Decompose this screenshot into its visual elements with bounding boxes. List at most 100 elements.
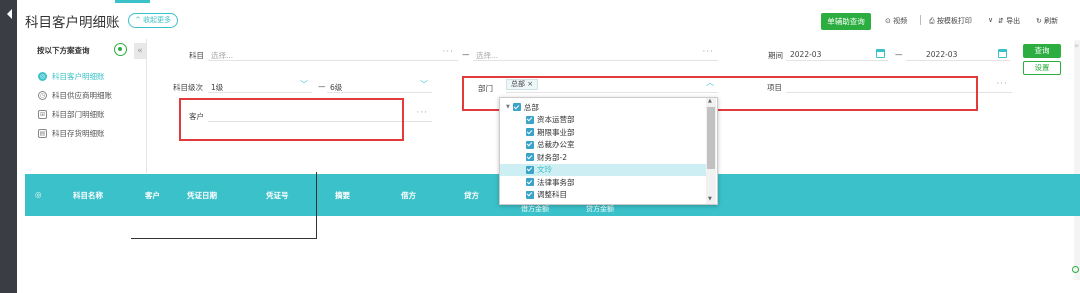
column-subheader-credit-amount[interactable]: 贷方金额	[586, 204, 614, 214]
collapse-nav-icon[interactable]	[7, 9, 12, 19]
plan-item-label: 科目客户明细账	[52, 72, 105, 81]
left-nav-strip[interactable]	[0, 0, 17, 293]
more-icon[interactable]: ···	[996, 79, 1008, 89]
query-button[interactable]: 查询	[1023, 44, 1061, 58]
column-header-voucher-no[interactable]: 凭证号	[266, 190, 289, 201]
clock-icon: ◷	[38, 91, 47, 100]
level-range-dash: —	[318, 82, 326, 91]
video-button[interactable]: ⊙ 视频	[885, 16, 907, 26]
plan-item-customer-ledger[interactable]: ◎ 科目客户明细账	[38, 71, 105, 82]
outer-scrollbar[interactable]	[1074, 40, 1080, 280]
period-from-input[interactable]: 2022-03	[786, 46, 888, 61]
dept-option-label: 文玲	[537, 165, 552, 175]
table-settings-icon[interactable]: ◎	[35, 190, 42, 199]
help-icon[interactable]	[1072, 266, 1079, 273]
dept-option[interactable]: 法律事务部	[500, 176, 706, 189]
period-to-input[interactable]: 2022-03	[906, 46, 1010, 61]
active-tab-indicator	[115, 0, 150, 3]
print-dropdown-chevron-icon[interactable]: ∨	[988, 16, 993, 24]
dept-option-highlighted[interactable]: 文玲	[500, 163, 706, 176]
org-icon: ⊞	[38, 110, 47, 119]
export-label: 导出	[1006, 17, 1021, 25]
expand-right-icon[interactable]: »	[1074, 41, 1079, 50]
dept-option[interactable]: 总裁办公室	[500, 139, 706, 152]
period-to-value: 2022-03	[926, 50, 958, 59]
column-header-debit[interactable]: 借方	[401, 190, 416, 201]
plan-panel-heading: 按以下方案查询	[37, 46, 90, 55]
more-icon[interactable]: ···	[416, 108, 428, 118]
dropdown-scrollbar-thumb[interactable]	[707, 107, 715, 169]
export-button[interactable]: ⇵ 导出	[998, 16, 1020, 26]
subject-from-select[interactable]: 选择... ···	[208, 46, 458, 61]
more-icon[interactable]: ···	[442, 47, 454, 57]
dept-option-root[interactable]: ▼ 总部	[500, 101, 706, 114]
column-header-voucher-date[interactable]: 凭证日期	[187, 190, 217, 201]
checkbox-checked-icon[interactable]	[526, 190, 534, 199]
checkbox-checked-icon[interactable]	[526, 128, 534, 137]
more-icon[interactable]: ···	[702, 47, 714, 57]
drawn-line-vertical	[316, 172, 317, 239]
dept-option[interactable]: 资本运营部	[500, 114, 706, 127]
subject-from-placeholder: 选择...	[211, 51, 234, 60]
level-from-value: 1级	[211, 83, 224, 92]
plan-item-inventory-ledger[interactable]: ▤ 科目存货明细账	[38, 128, 105, 139]
dept-option[interactable]: 期限事业部	[500, 126, 706, 139]
level-from-select[interactable]: 1级 ﹀	[208, 78, 312, 93]
column-subheader-debit-amount[interactable]: 借方金额	[521, 204, 549, 214]
checkbox-checked-icon[interactable]	[526, 165, 534, 174]
chevron-down-icon[interactable]: ﹀	[300, 79, 308, 90]
collapse-more-label: 收起更多	[143, 16, 172, 24]
dept-option[interactable]: 财务部-2	[500, 151, 706, 164]
box-icon: ▤	[38, 129, 47, 138]
print-label: 按模板打印	[936, 17, 972, 25]
plan-item-supplier-ledger[interactable]: ◷ 科目供应商明细账	[38, 90, 112, 101]
single-assist-query-button[interactable]: 单辅助查询	[821, 13, 871, 30]
subject-to-select[interactable]: 选择... ···	[473, 46, 718, 61]
toolbar-divider	[920, 15, 921, 25]
calendar-icon[interactable]	[876, 49, 885, 58]
drawn-line-horizontal	[131, 238, 317, 239]
checkbox-checked-icon[interactable]	[526, 115, 534, 124]
level-to-select[interactable]: 6级 ﹀	[327, 78, 432, 93]
checkbox-checked-icon[interactable]	[512, 103, 521, 112]
scroll-down-arrow-icon[interactable]: ▼	[708, 196, 712, 202]
template-print-button[interactable]: ⎙ 按模板打印	[929, 16, 972, 26]
plan-item-label: 科目部门明细账	[52, 110, 105, 119]
refresh-button[interactable]: ↻ 刷新	[1036, 16, 1058, 26]
printer-icon: ⎙	[929, 17, 935, 25]
period-range-dash: —	[895, 50, 903, 59]
target-icon: ◎	[38, 72, 47, 81]
column-header-credit[interactable]: 贷方	[464, 190, 479, 201]
dept-option-label: 法律事务部	[537, 177, 575, 187]
settings-button[interactable]: 设置	[1023, 61, 1061, 75]
column-header-customer[interactable]: 客户	[145, 190, 160, 201]
target-icon[interactable]	[114, 43, 127, 56]
dept-option-label: 总裁办公室	[537, 140, 575, 150]
calendar-icon[interactable]	[998, 49, 1007, 58]
plan-item-department-ledger[interactable]: ⊞ 科目部门明细账	[38, 109, 105, 120]
checkbox-checked-icon[interactable]	[526, 140, 534, 149]
level-to-value: 6级	[330, 83, 343, 92]
collapse-more-button[interactable]: ^ 收起更多	[128, 13, 179, 28]
dept-option-label: 财务部-2	[537, 152, 567, 162]
checkbox-checked-icon[interactable]	[526, 153, 534, 162]
page-title: 科目客户明细账	[25, 15, 120, 31]
column-header-summary[interactable]: 摘要	[335, 190, 350, 201]
dept-option[interactable]: 调整科目	[500, 189, 706, 202]
column-header-subject[interactable]: 科目名称	[73, 190, 103, 201]
collapse-panel-button[interactable]: «	[134, 43, 146, 59]
period-label: 期间	[768, 51, 783, 60]
subject-range-dash: —	[462, 50, 470, 59]
checkbox-checked-icon[interactable]	[526, 178, 534, 187]
video-label: 视频	[893, 17, 908, 25]
chevron-down-icon[interactable]: ﹀	[420, 79, 428, 90]
subject-to-placeholder: 选择...	[476, 51, 499, 60]
period-from-value: 2022-03	[790, 50, 822, 59]
dept-option-label: 总部	[523, 102, 539, 112]
expand-triangle-icon[interactable]: ▼	[506, 104, 510, 110]
scroll-up-arrow-icon[interactable]: ▲	[708, 98, 712, 104]
plan-panel	[25, 39, 147, 173]
dept-dropdown: ▼ 总部 资本运营部 期限事业部 总裁办公室 财务部-2 文玲 法律事务部 调整科…	[499, 97, 718, 205]
subject-label: 科目	[189, 51, 204, 60]
refresh-icon: ↻	[1036, 17, 1042, 25]
